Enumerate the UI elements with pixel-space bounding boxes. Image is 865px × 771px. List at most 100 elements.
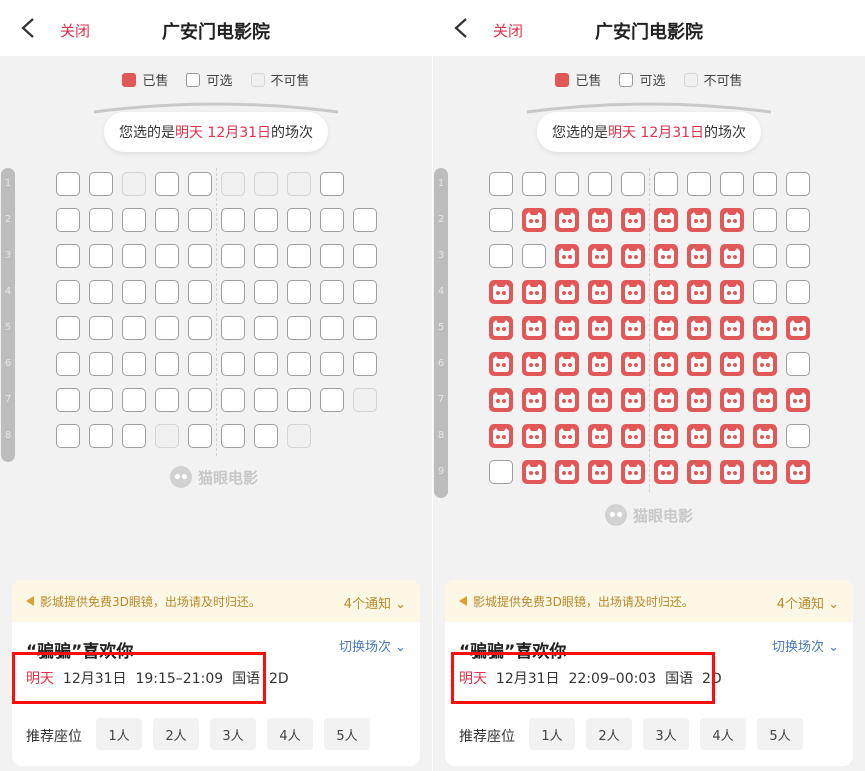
seat-available[interactable] [287,316,311,340]
seat-available[interactable] [353,280,377,304]
seat-available[interactable] [320,208,344,232]
seat-available[interactable] [221,352,245,376]
seat-available[interactable] [155,244,179,268]
recommend-2-button[interactable]: 2人 [586,718,632,750]
seat-available[interactable] [786,424,810,448]
seat-available[interactable] [56,388,80,412]
seat-available[interactable] [155,280,179,304]
seat-available[interactable] [786,244,810,268]
seat-available[interactable] [353,208,377,232]
recommend-5-button[interactable]: 5人 [757,718,803,750]
seat-available[interactable] [786,280,810,304]
seat-available[interactable] [56,280,80,304]
seat-available[interactable] [287,280,311,304]
recommend-5-button[interactable]: 5人 [324,718,370,750]
notice-count[interactable]: 4个通知 ⌄ [344,593,406,612]
seat-available[interactable] [254,388,278,412]
seat-available[interactable] [221,208,245,232]
seat-available[interactable] [89,316,113,340]
seat-available[interactable] [56,244,80,268]
seat-available[interactable] [122,352,146,376]
seat-available[interactable] [522,244,546,268]
recommend-4-button[interactable]: 4人 [700,718,746,750]
seat-available[interactable] [155,172,179,196]
seat-available[interactable] [522,172,546,196]
seat-available[interactable] [753,244,777,268]
switch-session-button[interactable]: 切换场次 ⌄ [339,636,406,655]
seat-available[interactable] [320,280,344,304]
seat-available[interactable] [56,172,80,196]
recommend-1-button[interactable]: 1人 [96,718,142,750]
seat-available[interactable] [188,172,212,196]
recommend-3-button[interactable]: 3人 [643,718,689,750]
seat-available[interactable] [56,352,80,376]
seat-available[interactable] [56,316,80,340]
seat-available[interactable] [753,208,777,232]
seat-available[interactable] [320,316,344,340]
seat-available[interactable] [555,172,579,196]
seat-available[interactable] [221,388,245,412]
seat-available[interactable] [489,460,513,484]
seat-available[interactable] [89,208,113,232]
recommend-4-button[interactable]: 4人 [267,718,313,750]
seat-available[interactable] [687,172,711,196]
seat-available[interactable] [89,352,113,376]
seat-available[interactable] [254,316,278,340]
seat-available[interactable] [89,424,113,448]
seat-available[interactable] [122,280,146,304]
seat-available[interactable] [122,388,146,412]
seat-available[interactable] [353,352,377,376]
seat-available[interactable] [221,244,245,268]
seat-available[interactable] [188,352,212,376]
seat-available[interactable] [221,424,245,448]
seat-available[interactable] [89,280,113,304]
seat-available[interactable] [588,172,612,196]
seat-available[interactable] [489,172,513,196]
seat-available[interactable] [254,208,278,232]
seat-available[interactable] [188,208,212,232]
seat-available[interactable] [320,388,344,412]
seat-available[interactable] [489,244,513,268]
seat-available[interactable] [287,388,311,412]
seat-available[interactable] [188,316,212,340]
seat-available[interactable] [753,280,777,304]
seat-available[interactable] [56,208,80,232]
seat-available[interactable] [56,424,80,448]
notice-count[interactable]: 4个通知 ⌄ [777,593,839,612]
seat-available[interactable] [287,352,311,376]
seat-available[interactable] [720,172,744,196]
seat-available[interactable] [188,280,212,304]
seat-available[interactable] [155,352,179,376]
seat-available[interactable] [122,316,146,340]
seat-available[interactable] [122,208,146,232]
seat-available[interactable] [621,172,645,196]
seat-available[interactable] [489,208,513,232]
seat-available[interactable] [155,316,179,340]
seat-available[interactable] [188,424,212,448]
seat-available[interactable] [188,244,212,268]
seat-available[interactable] [353,316,377,340]
seat-available[interactable] [122,244,146,268]
seat-available[interactable] [188,388,212,412]
seat-available[interactable] [786,352,810,376]
seat-available[interactable] [155,208,179,232]
seat-available[interactable] [254,244,278,268]
seat-available[interactable] [89,172,113,196]
seat-available[interactable] [122,424,146,448]
seat-available[interactable] [155,388,179,412]
seat-available[interactable] [254,352,278,376]
seat-available[interactable] [221,316,245,340]
seat-available[interactable] [89,244,113,268]
seat-available[interactable] [254,280,278,304]
seat-available[interactable] [786,172,810,196]
switch-session-button[interactable]: 切换场次 ⌄ [772,636,839,655]
seat-available[interactable] [353,244,377,268]
recommend-2-button[interactable]: 2人 [153,718,199,750]
seat-available[interactable] [287,208,311,232]
seat-available[interactable] [89,388,113,412]
notice-bar[interactable]: 影城提供免费3D眼镜，出场请及时归还。 4个通知 ⌄ [445,580,853,622]
notice-bar[interactable]: 影城提供免费3D眼镜，出场请及时归还。 4个通知 ⌄ [12,580,420,622]
seat-available[interactable] [221,280,245,304]
seat-available[interactable] [753,172,777,196]
seat-available[interactable] [254,424,278,448]
